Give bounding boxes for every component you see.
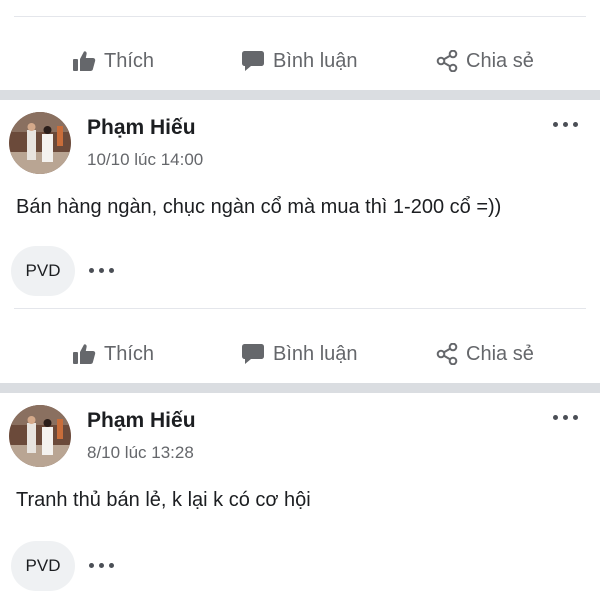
post-separator <box>0 90 600 100</box>
comment-label: Bình luận <box>273 342 358 365</box>
post-more-options-icon[interactable] <box>553 415 578 420</box>
post-more-options-icon[interactable] <box>553 122 578 127</box>
post-card: Phạm Hiếu 10/10 lúc 14:00 Bán hàng ngàn,… <box>0 100 600 309</box>
avatar-photo <box>9 405 71 467</box>
post-divider <box>14 308 586 309</box>
thumbs-up-icon <box>73 51 96 71</box>
top-divider <box>14 16 586 17</box>
share-button[interactable]: Chia sẻ <box>436 33 534 89</box>
like-button[interactable]: Thích <box>72 326 154 382</box>
reaction-chip[interactable]: PVD <box>11 541 75 591</box>
share-button[interactable]: Chia sẻ <box>436 326 534 382</box>
post-text: Bán hàng ngàn, chục ngàn cổ mà mua thì 1… <box>16 196 502 218</box>
post-card: Phạm Hiếu 8/10 lúc 13:28 Tranh thủ bán l… <box>0 393 600 600</box>
post-separator <box>0 383 600 393</box>
share-label: Chia sẻ <box>466 342 534 365</box>
post-action-bar: Thích Bình luận Chia sẻ <box>0 33 600 89</box>
comment-icon <box>242 344 264 364</box>
comment-icon <box>242 51 264 71</box>
like-label: Thích <box>104 49 155 72</box>
comment-button[interactable]: Bình luận <box>241 33 358 89</box>
post-author[interactable]: Phạm Hiếu <box>87 116 196 140</box>
post-author[interactable]: Phạm Hiếu <box>87 409 196 433</box>
author-avatar[interactable] <box>9 112 71 174</box>
thumbs-up-icon <box>73 344 96 364</box>
share-icon <box>436 343 458 365</box>
share-label: Chia sẻ <box>466 49 534 72</box>
post-action-bar: Thích Bình luận Chia sẻ <box>0 326 600 382</box>
post-timestamp[interactable]: 10/10 lúc 14:00 <box>87 150 203 170</box>
post-text: Tranh thủ bán lẻ, k lại k có cơ hội <box>16 489 311 511</box>
comment-button[interactable]: Bình luận <box>241 326 358 382</box>
post-timestamp[interactable]: 8/10 lúc 13:28 <box>87 443 194 463</box>
reaction-more-icon[interactable] <box>89 268 114 273</box>
author-avatar[interactable] <box>9 405 71 467</box>
like-button[interactable]: Thích <box>72 33 154 89</box>
share-icon <box>436 50 458 72</box>
reaction-more-icon[interactable] <box>89 563 114 568</box>
avatar-photo <box>9 112 71 174</box>
like-label: Thích <box>104 342 155 365</box>
reaction-chip[interactable]: PVD <box>11 246 75 296</box>
comment-label: Bình luận <box>273 49 358 72</box>
